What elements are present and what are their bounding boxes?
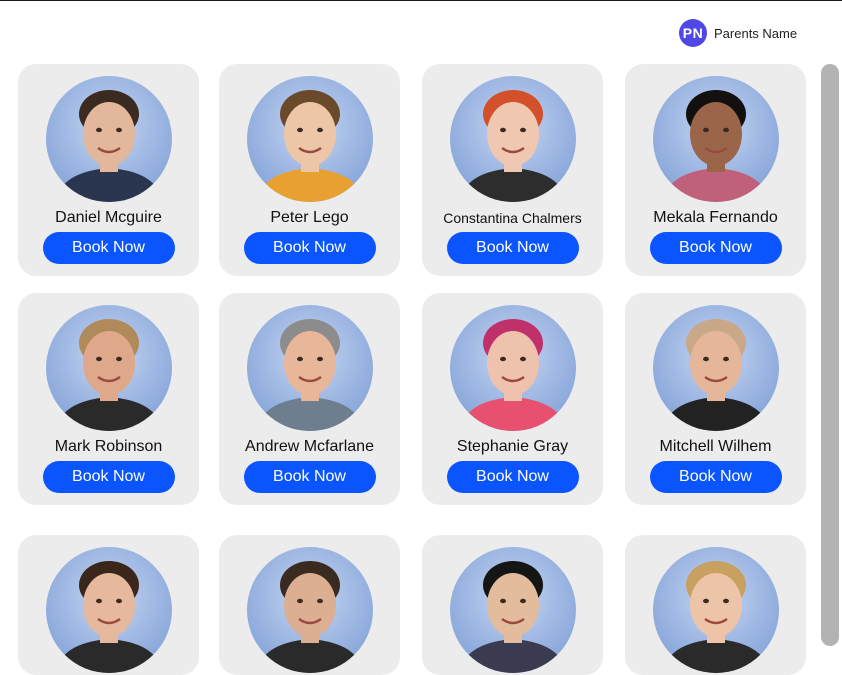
book-now-button[interactable]: Book Now (42, 232, 175, 264)
book-now-button[interactable]: Book Now (446, 461, 579, 493)
teacher-photo (45, 305, 172, 431)
teacher-name: Andrew Mcfarlane (245, 438, 374, 455)
user-menu[interactable]: PN Parents Name (679, 19, 797, 47)
book-now-button[interactable]: Book Now (446, 232, 579, 264)
teacher-photo (652, 547, 779, 673)
book-now-button[interactable]: Book Now (243, 232, 376, 264)
teacher-photo (449, 547, 576, 673)
teacher-card: Mitchell Wilhem Book Now (625, 293, 806, 505)
teacher-card: Constantina Chalmers Book Now (422, 64, 603, 276)
teacher-name: Constantina Chalmers (443, 210, 582, 226)
teacher-name: Mark Robinson (54, 438, 163, 455)
user-name: Parents Name (714, 25, 798, 41)
teacher-name: Mekala Fernando (653, 209, 778, 226)
teacher-photo (449, 76, 576, 202)
teacher-card: Mekala Fernando Book Now (625, 64, 806, 276)
teacher-card: Peter Lego Book Now (219, 64, 400, 276)
teacher-photo (246, 305, 373, 431)
teacher-card: Stephanie Gray Book Now (422, 293, 603, 505)
teacher-photo (246, 547, 373, 673)
teacher-photo (652, 305, 779, 431)
scrollbar-thumb[interactable] (821, 64, 839, 646)
teacher-photo (45, 76, 172, 202)
book-now-button[interactable]: Book Now (649, 461, 782, 493)
teacher-card (18, 535, 199, 675)
teacher-name: Daniel Mcguire (55, 209, 162, 226)
avatar[interactable]: PN (679, 19, 707, 47)
teacher-photo (246, 76, 373, 202)
teacher-card: Mark Robinson Book Now (18, 293, 199, 505)
teacher-name: Mitchell Wilhem (659, 438, 772, 455)
top-border (0, 0, 842, 1)
teacher-name: Stephanie Gray (456, 438, 569, 455)
teacher-name: Peter Lego (270, 209, 349, 226)
teacher-photo (449, 305, 576, 431)
teacher-card (625, 535, 806, 675)
book-now-button[interactable]: Book Now (649, 232, 782, 264)
book-now-button[interactable]: Book Now (42, 461, 175, 493)
teacher-card: Daniel Mcguire Book Now (18, 64, 199, 276)
teacher-card (219, 535, 400, 675)
book-now-button[interactable]: Book Now (243, 461, 376, 493)
teacher-photo (652, 76, 779, 202)
teacher-card: Andrew Mcfarlane Book Now (219, 293, 400, 505)
teacher-photo (45, 547, 172, 673)
teacher-card (422, 535, 603, 675)
